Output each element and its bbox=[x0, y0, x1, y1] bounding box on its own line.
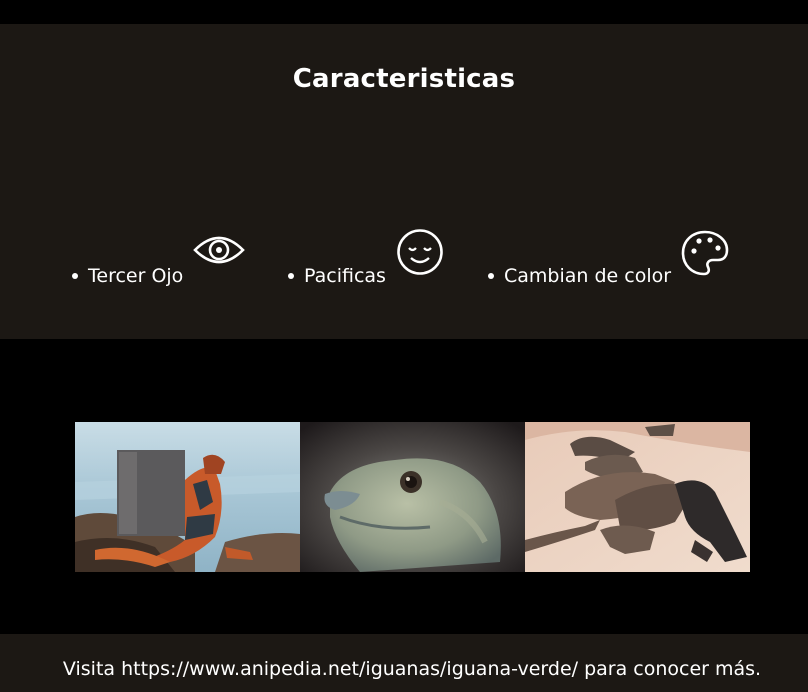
feature-label: Pacificas bbox=[304, 265, 386, 287]
page: Caracteristicas Tercer Ojo Pacificas Cam… bbox=[0, 0, 808, 692]
feature-item-peaceful: Pacificas bbox=[288, 265, 386, 287]
bullet bbox=[288, 273, 294, 279]
iguana-head-closeup-photo bbox=[300, 422, 525, 572]
features-section: Caracteristicas Tercer Ojo Pacificas Cam… bbox=[0, 24, 808, 339]
photo-gallery bbox=[75, 422, 750, 572]
iguana-on-rocks-photo bbox=[75, 422, 300, 572]
eye-icon bbox=[193, 236, 245, 264]
bullet bbox=[488, 273, 494, 279]
bullet bbox=[72, 273, 78, 279]
feature-label: Cambian de color bbox=[504, 265, 672, 287]
footer: Visita https://www.anipedia.net/iguanas/… bbox=[0, 634, 808, 692]
feature-item-change-color: Cambian de color bbox=[488, 265, 672, 287]
smiling-face-icon bbox=[397, 229, 443, 275]
features-title: Caracteristicas bbox=[292, 64, 516, 94]
feature-label: Tercer Ojo bbox=[88, 265, 184, 287]
iguanas-group-on-sand-photo bbox=[525, 422, 750, 572]
footer-text: Visita https://www.anipedia.net/iguanas/… bbox=[62, 658, 762, 680]
palette-icon bbox=[681, 230, 729, 276]
feature-item-third-eye: Tercer Ojo bbox=[72, 265, 184, 287]
